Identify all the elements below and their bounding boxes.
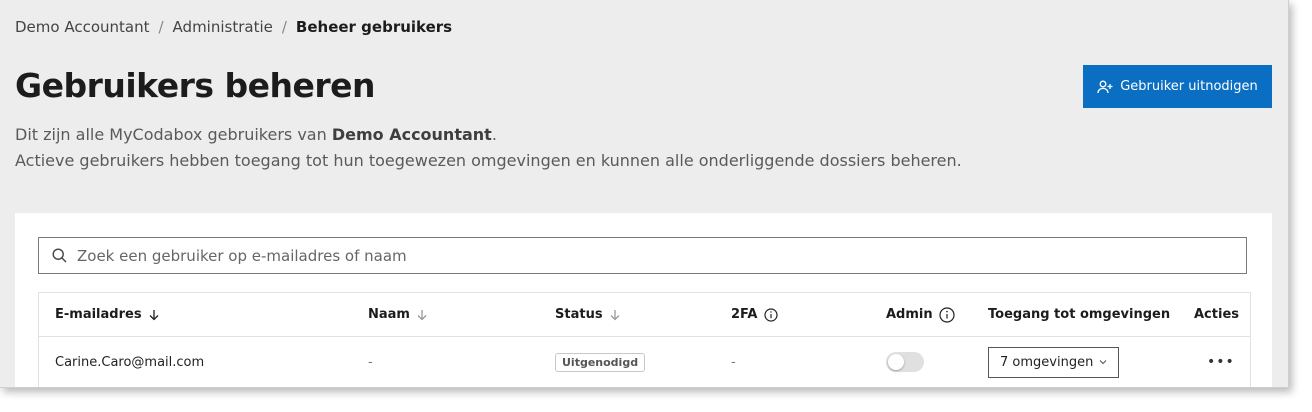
user-admin: [886, 337, 924, 387]
user-name: -: [368, 354, 373, 370]
breadcrumb-separator: /: [281, 18, 287, 36]
breadcrumb-current: Beheer gebruikers: [295, 18, 453, 36]
search-input[interactable]: [75, 245, 1246, 266]
row-actions: •••: [1207, 337, 1235, 387]
description-company-name: Demo Accountant: [331, 125, 492, 144]
description-line-2: Actieve gebruikers hebben toegang tot hu…: [15, 151, 962, 170]
user-access: 7 omgevingen: [988, 337, 1120, 387]
column-header-admin-label: Admin: [886, 307, 933, 322]
info-icon[interactable]: [939, 306, 955, 323]
sort-arrow-down-icon: [610, 309, 620, 320]
description-text: Dit zijn alle MyCodabox gebruikers van: [15, 125, 332, 144]
sort-arrow-down-icon: [149, 309, 159, 320]
invite-user-button-label: Gebruiker uitnodigen: [1120, 79, 1258, 94]
toggle-knob: [888, 354, 904, 370]
users-panel: E-mailadres Naam Status 2FA Admin: [15, 213, 1272, 387]
column-header-status[interactable]: Status: [555, 293, 621, 336]
user-plus-icon: [1097, 80, 1113, 93]
invite-user-button[interactable]: Gebruiker uitnodigen: [1083, 65, 1272, 108]
breadcrumb-separator: /: [158, 18, 164, 36]
page-title: Gebruikers beheren: [15, 66, 376, 105]
users-table: E-mailadres Naam Status 2FA Admin Toegan…: [38, 292, 1251, 387]
column-header-actions: Acties: [1194, 307, 1239, 322]
search-icon: [52, 248, 67, 263]
column-header-name[interactable]: Naam: [368, 293, 428, 336]
table-row: Carine.Caro@mail.com - Uitgenodigd - 7 o…: [39, 337, 1250, 387]
breadcrumb: Demo Accountant / Administratie / Beheer geb…: [15, 18, 452, 36]
column-header-2fa: 2FA: [731, 293, 778, 336]
info-icon[interactable]: [763, 307, 778, 322]
more-actions-icon[interactable]: •••: [1207, 354, 1235, 370]
column-header-access: Toegang tot omgevingen: [988, 307, 1171, 322]
user-2fa: -: [731, 354, 736, 370]
chevron-down-icon: [1099, 360, 1107, 365]
status-badge: Uitgenodigd: [555, 352, 646, 372]
column-header-email[interactable]: E-mailadres: [55, 293, 160, 336]
column-header-name-label: Naam: [368, 307, 410, 322]
admin-toggle[interactable]: [886, 352, 924, 372]
user-email: Carine.Caro@mail.com: [55, 354, 205, 370]
app-window: Demo Accountant / Administratie / Beheer geb…: [0, 0, 1289, 388]
description-punctuation: .: [491, 125, 497, 144]
environments-select[interactable]: 7 omgevingen: [988, 346, 1120, 378]
table-header: E-mailadres Naam Status 2FA Admin Toegan…: [39, 293, 1250, 337]
environments-select-value: 7 omgevingen: [1000, 354, 1094, 370]
column-header-status-label: Status: [555, 307, 603, 322]
breadcrumb-item-demo-accountant[interactable]: Demo Accountant: [15, 18, 149, 36]
column-header-email-label: E-mailadres: [55, 307, 142, 322]
page-description: Dit zijn alle MyCodabox gebruikers van D…: [15, 122, 962, 174]
description-line-1: Dit zijn alle MyCodabox gebruikers van D…: [15, 122, 962, 148]
search-field[interactable]: [38, 237, 1247, 274]
column-header-admin: Admin: [886, 293, 955, 336]
breadcrumb-item-administratie[interactable]: Administratie: [173, 18, 273, 36]
user-status: Uitgenodigd: [555, 337, 646, 387]
sort-arrow-down-icon: [417, 309, 427, 320]
column-header-2fa-label: 2FA: [731, 307, 758, 322]
